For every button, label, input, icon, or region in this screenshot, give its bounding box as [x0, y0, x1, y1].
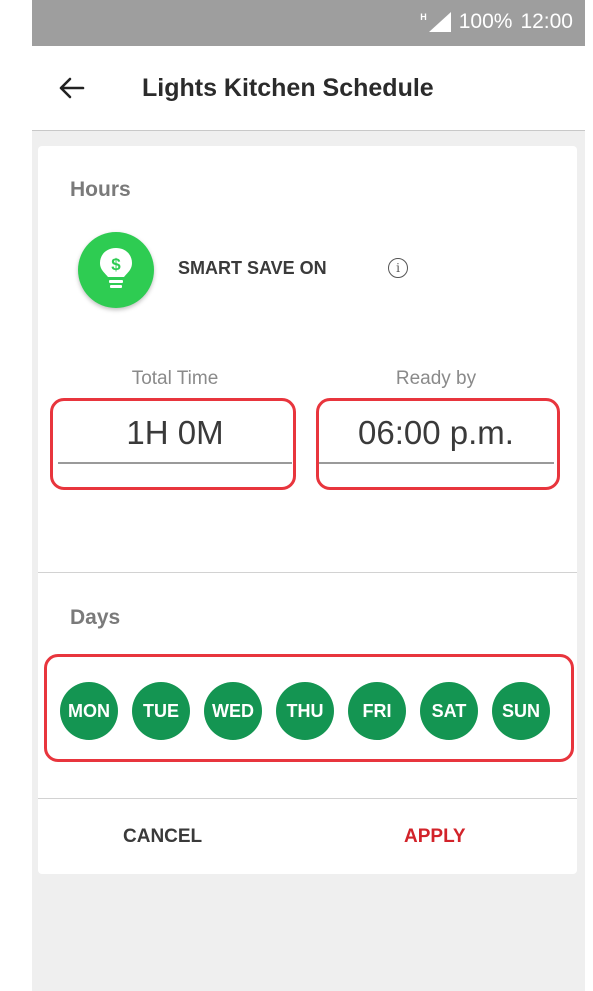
- clock: 12:00: [520, 10, 573, 33]
- actions-divider: [38, 798, 577, 799]
- arrow-left-icon[interactable]: [50, 66, 94, 110]
- lightbulb-dollar-icon: $: [78, 232, 154, 308]
- app-bar: Lights Kitchen Schedule: [32, 46, 585, 131]
- page-title: Lights Kitchen Schedule: [142, 74, 434, 102]
- svg-text:$: $: [111, 255, 121, 274]
- status-bar: H 100% 12:00: [32, 0, 585, 46]
- ready-by-highlight: [316, 398, 560, 490]
- battery-level: 100%: [458, 10, 513, 33]
- phone-screen: H 100% 12:00 Lights Kitchen Schedule Hou…: [32, 0, 585, 991]
- smart-save-label: SMART SAVE ON: [178, 258, 327, 278]
- section-divider: [38, 572, 577, 573]
- signal-icon: [428, 12, 451, 32]
- hours-heading: Hours: [70, 178, 131, 201]
- total-time-label: Total Time: [131, 368, 219, 389]
- days-highlight: [44, 654, 574, 762]
- total-time-highlight: [50, 398, 296, 490]
- ready-by-label: Ready by: [395, 368, 477, 389]
- days-heading: Days: [70, 606, 121, 629]
- info-icon[interactable]: i: [388, 258, 408, 278]
- status-indicators: H 100% 12:00: [420, 10, 573, 34]
- apply-button[interactable]: APPLY: [404, 826, 466, 848]
- network-type: H: [420, 12, 427, 22]
- schedule-card: Hours $ SMART SAVE ON i Total Time 1H 0M…: [38, 146, 577, 874]
- cancel-button[interactable]: CANCEL: [123, 826, 202, 848]
